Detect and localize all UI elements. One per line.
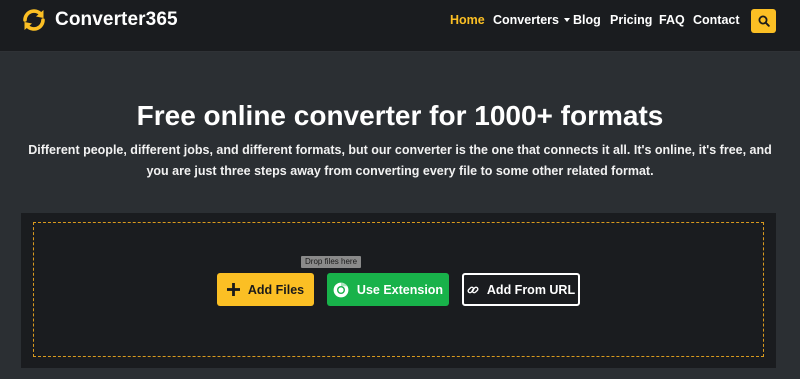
search-button[interactable] (751, 9, 776, 33)
nav-item-converters-label: Converters (493, 13, 559, 27)
use-extension-label: Use Extension (356, 282, 444, 297)
top-navbar: Converter365 Home Converters Blog Pricin… (0, 0, 800, 52)
nav-item-contact[interactable]: Contact (693, 12, 740, 28)
page-subtitle: Different people, different jobs, and di… (28, 143, 772, 178)
plus-icon (226, 283, 240, 296)
nav-item-pricing[interactable]: Pricing (610, 12, 652, 28)
use-extension-button[interactable]: Use Extension (327, 273, 449, 306)
drop-files-tooltip: Drop files here (301, 256, 362, 268)
nav-item-blog[interactable]: Blog (573, 12, 601, 28)
search-icon (758, 15, 770, 27)
page-title: Free online converter for 1000+ formats (136, 100, 664, 131)
brand-name: Converter365 (55, 9, 178, 30)
brand-logo-link[interactable]: Converter365 (21, 7, 178, 33)
chrome-icon (333, 282, 349, 298)
chevron-down-icon (564, 18, 570, 22)
add-from-url-button[interactable]: Add From URL (462, 273, 580, 306)
nav-item-converters[interactable]: Converters (493, 12, 570, 28)
add-files-button[interactable]: Add Files (217, 273, 314, 306)
add-from-url-label: Add From URL (486, 282, 576, 297)
add-files-label: Add Files (247, 282, 305, 297)
nav-item-home[interactable]: Home (450, 12, 485, 28)
refresh-arrows-icon (23, 9, 45, 31)
link-icon (467, 284, 479, 296)
nav-item-faq[interactable]: FAQ (659, 12, 685, 28)
